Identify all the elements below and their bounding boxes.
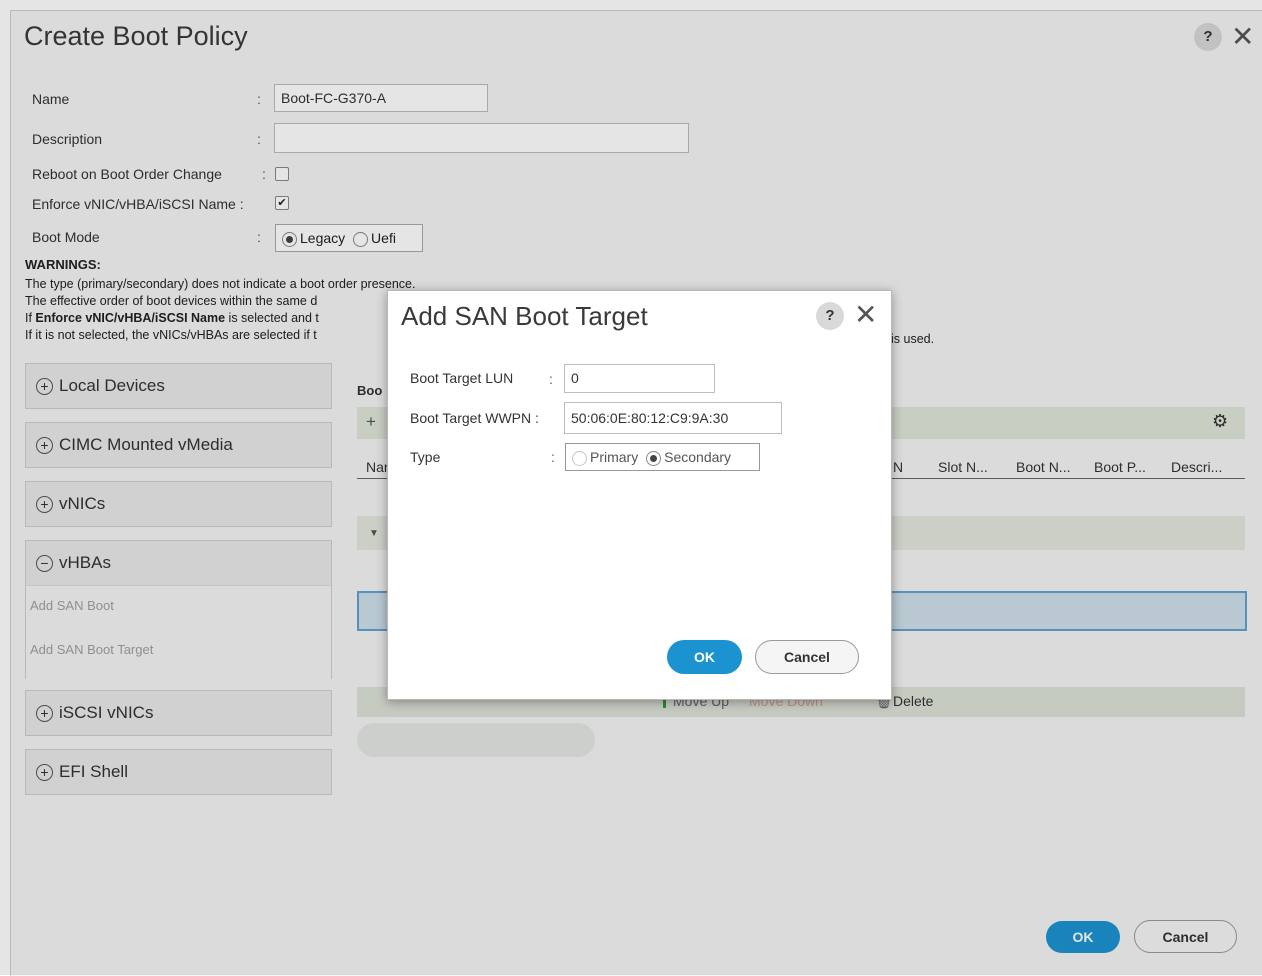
disabled-action-button[interactable]	[357, 723, 595, 757]
name-label: Name	[32, 91, 70, 107]
panel-vhbas-header[interactable]: − vHBAs	[26, 541, 331, 585]
collapse-icon: −	[36, 555, 53, 573]
reboot-checkbox[interactable]	[275, 167, 289, 181]
panel-cimc-vmedia-label: CIMC Mounted vMedia	[59, 435, 233, 454]
uefi-radio[interactable]	[353, 231, 369, 247]
warning-line-3-bold: Enforce vNIC/vHBA/iSCSI Name	[35, 311, 226, 325]
panel-vhbas-body: Add SAN Boot Add SAN Boot Target	[26, 585, 331, 685]
panel-iscsi-vnics-label: iSCSI vNICs	[59, 703, 154, 722]
boot-target-wwpn-field[interactable]: 50:06:0E:80:12:C9:9A:30	[564, 402, 782, 434]
reboot-label: Reboot on Boot Order Change	[32, 166, 222, 182]
boot-order-title: Boo	[357, 383, 383, 398]
panel-vhbas-label: vHBAs	[59, 553, 111, 572]
lun-label: Boot Target LUN	[410, 370, 514, 386]
wwpn-label-text: Boot Target WWPN	[410, 410, 532, 426]
secondary-radio[interactable]	[646, 450, 662, 466]
close-icon[interactable]: ✕	[1231, 23, 1254, 51]
primary-radio[interactable]	[572, 450, 587, 466]
panel-efi-shell[interactable]: + EFI Shell	[25, 749, 332, 795]
description-label: Description	[32, 131, 103, 147]
primary-label: Primary	[590, 449, 639, 465]
boot-mode-radio-group: Legacy Uefi	[275, 224, 423, 252]
panel-vnics-header[interactable]: + vNICs	[26, 482, 331, 526]
warnings-heading: WARNINGS:	[25, 257, 101, 272]
boot-target-lun-field[interactable]: 0	[564, 364, 715, 393]
modal-ok-button[interactable]: OK	[667, 640, 742, 674]
name-colon: :	[257, 91, 261, 107]
panel-local-devices[interactable]: + Local Devices	[25, 363, 332, 409]
warning-line-3-prefix: If	[25, 311, 36, 325]
secondary-label: Secondary	[664, 449, 732, 465]
expand-icon: +	[36, 764, 53, 782]
description-colon: :	[257, 131, 261, 147]
cancel-button[interactable]: Cancel	[1134, 920, 1237, 953]
warning-line-4: If it is not selected, the vNICs/vHBAs a…	[25, 328, 317, 342]
panel-local-devices-label: Local Devices	[59, 376, 165, 395]
column-slot-number[interactable]: Slot N...	[938, 459, 988, 475]
help-icon[interactable]: ?	[1194, 23, 1222, 51]
add-san-boot-target-modal: Add SAN Boot Target ? ✕ Boot Target LUN …	[387, 290, 892, 700]
enforce-label: Enforce vNIC/vHBA/iSCSI Name :	[32, 196, 244, 212]
name-field[interactable]: Boot-FC-G370-A	[274, 84, 488, 112]
type-label: Type	[410, 449, 441, 465]
column-description[interactable]: Descri...	[1171, 459, 1222, 475]
dialog-title: Create Boot Policy	[24, 21, 248, 51]
reboot-colon: :	[262, 166, 266, 182]
warning-line-3: If Enforce vNIC/vHBA/iSCSI Name is selec…	[25, 311, 319, 325]
delete-button[interactable]: Delete	[893, 693, 933, 709]
panel-cimc-vmedia[interactable]: + CIMC Mounted vMedia	[25, 422, 332, 468]
legacy-radio[interactable]	[282, 231, 297, 247]
expand-icon: +	[36, 496, 53, 514]
uefi-label: Uefi	[371, 230, 396, 246]
expand-icon: +	[36, 378, 53, 396]
ok-button[interactable]: OK	[1046, 921, 1120, 953]
lun-colon: :	[549, 371, 553, 387]
panel-efi-shell-label: EFI Shell	[59, 762, 128, 781]
expand-icon: +	[36, 705, 53, 723]
column-boot-path[interactable]: Boot P...	[1094, 459, 1146, 475]
type-radio-group: Primary Secondary	[565, 443, 760, 471]
wwpn-colon: :	[535, 410, 539, 426]
enforce-colon: :	[239, 196, 244, 212]
warning-line-2: The effective order of boot devices with…	[25, 294, 318, 308]
panel-vhbas[interactable]: − vHBAs Add SAN Boot Add SAN Boot Target	[25, 540, 332, 685]
column-partial[interactable]: N	[893, 459, 903, 475]
add-san-boot-link[interactable]: Add SAN Boot	[26, 592, 331, 624]
add-icon[interactable]: +	[366, 412, 376, 432]
enforce-label-text: Enforce vNIC/vHBA/iSCSI Name	[32, 196, 236, 212]
panel-efi-shell-header[interactable]: + EFI Shell	[26, 750, 331, 794]
modal-close-icon[interactable]: ✕	[854, 301, 877, 329]
warning-line-3-suffix: is selected and t	[225, 311, 319, 325]
column-name[interactable]: Nar	[366, 459, 389, 475]
legacy-label: Legacy	[300, 230, 346, 246]
boot-mode-label: Boot Mode	[32, 229, 100, 245]
modal-cancel-button[interactable]: Cancel	[755, 640, 859, 674]
panel-iscsi-vnics-header[interactable]: + iSCSI vNICs	[26, 691, 331, 735]
column-boot-name[interactable]: Boot N...	[1016, 459, 1070, 475]
panel-cimc-vmedia-header[interactable]: + CIMC Mounted vMedia	[26, 423, 331, 467]
settings-icon[interactable]: ⚙	[1212, 411, 1228, 432]
panel-iscsi-vnics[interactable]: + iSCSI vNICs	[25, 690, 332, 736]
warning-line-4-tail: is used.	[891, 332, 935, 346]
modal-help-icon[interactable]: ?	[816, 302, 844, 330]
enforce-checkbox[interactable]: ✔	[275, 196, 289, 210]
panel-vnics-label: vNICs	[59, 494, 106, 513]
collapse-row-icon[interactable]: ▼	[369, 528, 379, 539]
type-colon: :	[551, 449, 555, 465]
boot-mode-colon: :	[257, 229, 261, 245]
wwpn-label: Boot Target WWPN :	[410, 410, 539, 426]
panel-local-devices-header[interactable]: + Local Devices	[26, 364, 331, 408]
description-field[interactable]	[274, 123, 689, 153]
warning-line-1: The type (primary/secondary) does not in…	[25, 277, 416, 291]
expand-icon: +	[36, 437, 53, 455]
modal-title: Add SAN Boot Target	[401, 301, 648, 331]
panel-vnics[interactable]: + vNICs	[25, 481, 332, 527]
add-san-boot-target-link[interactable]: Add SAN Boot Target	[26, 636, 331, 668]
